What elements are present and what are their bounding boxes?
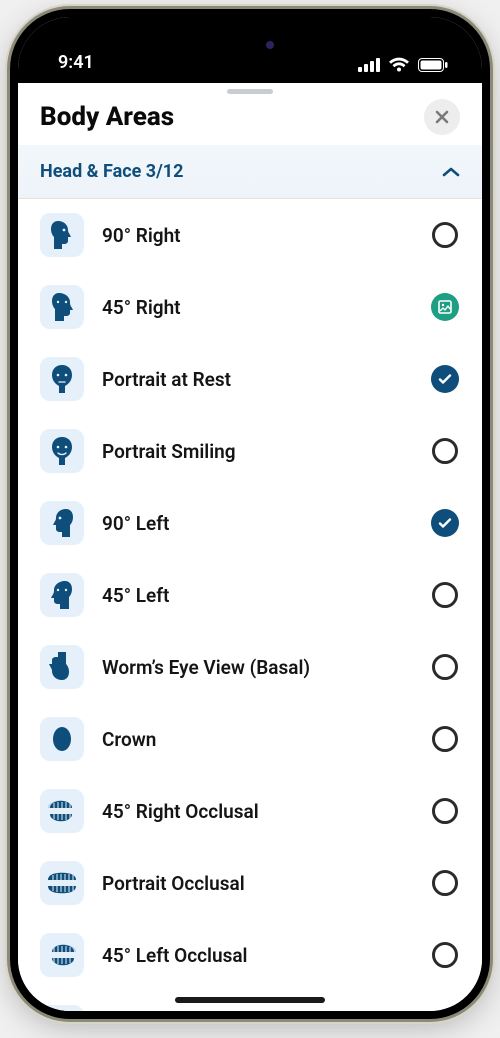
- list-item-label: 45° Left: [102, 584, 412, 607]
- list-item[interactable]: 45° Left Occlusal: [18, 919, 482, 991]
- head-left-45-thumb: [40, 573, 84, 617]
- battery-icon: [418, 58, 448, 72]
- teeth-45r-thumb: [40, 789, 84, 833]
- section-header-head-face[interactable]: Head & Face 3/12: [18, 145, 482, 198]
- status-checked-icon: [431, 365, 459, 393]
- list-item-status[interactable]: [430, 868, 460, 898]
- sheet-header: Body Areas: [18, 99, 482, 145]
- list-item-label: Worm’s Eye View (Basal): [102, 656, 412, 679]
- list-item-status[interactable]: [430, 652, 460, 682]
- status-empty-icon: [432, 222, 458, 248]
- list-item-label: Portrait Smiling: [102, 440, 412, 463]
- teeth-45l-thumb: [40, 933, 84, 977]
- home-indicator[interactable]: [175, 997, 325, 1003]
- list-item[interactable]: 90° Left: [18, 487, 482, 559]
- status-image-icon: [431, 293, 459, 321]
- list-item-status[interactable]: [430, 724, 460, 754]
- status-time: 9:41: [58, 52, 94, 73]
- page-title: Body Areas: [40, 102, 174, 132]
- list-item[interactable]: 45° Right Occlusal: [18, 775, 482, 847]
- list-item-status[interactable]: [430, 940, 460, 970]
- teeth-portrait-thumb: [40, 861, 84, 905]
- close-icon: [434, 109, 450, 125]
- list-item-label: 90° Left: [102, 512, 412, 535]
- head-right-90-thumb: [40, 213, 84, 257]
- list-item[interactable]: 45° Right: [18, 271, 482, 343]
- list-item-status[interactable]: [430, 796, 460, 826]
- chevron-up-icon: [442, 166, 460, 178]
- dynamic-island: [180, 25, 320, 65]
- list-item[interactable]: Crown: [18, 703, 482, 775]
- list-item[interactable]: Worm’s Eye View (Basal): [18, 631, 482, 703]
- list-item[interactable]: 45° Left: [18, 559, 482, 631]
- head-crown-thumb: [40, 717, 84, 761]
- cellular-icon: [358, 58, 380, 72]
- status-empty-icon: [432, 654, 458, 680]
- head-smile-thumb: [40, 429, 84, 473]
- close-button[interactable]: [424, 99, 460, 135]
- section-header-label: Head & Face 3/12: [40, 161, 183, 182]
- screen: 9:41 Body Areas Head & Face 3/12 90° Rig…: [18, 17, 482, 1011]
- list-item-status[interactable]: [430, 436, 460, 466]
- head-portrait-thumb: [40, 357, 84, 401]
- head-basal-thumb: [40, 645, 84, 689]
- status-empty-icon: [432, 798, 458, 824]
- list-item-status[interactable]: [430, 508, 460, 538]
- list-item-label: 45° Left Occlusal: [102, 944, 412, 967]
- head-right-45-thumb: [40, 285, 84, 329]
- status-empty-icon: [432, 726, 458, 752]
- list-item-status[interactable]: [430, 364, 460, 394]
- list-item[interactable]: Portrait Occlusal: [18, 847, 482, 919]
- status-empty-icon: [432, 438, 458, 464]
- items-list[interactable]: 90° Right 45° Right Portrait at Rest Portra…: [18, 199, 482, 1011]
- status-empty-icon: [432, 582, 458, 608]
- list-item-label: Portrait Occlusal: [102, 872, 412, 895]
- list-item[interactable]: Portrait at Rest: [18, 343, 482, 415]
- sheet-grab-handle[interactable]: [18, 83, 482, 99]
- list-item-label: 45° Right Occlusal: [102, 800, 412, 823]
- status-indicators: [358, 57, 448, 73]
- status-checked-icon: [431, 509, 459, 537]
- list-item-status[interactable]: [430, 220, 460, 250]
- phone-frame: 9:41 Body Areas Head & Face 3/12 90° Rig…: [10, 9, 490, 1019]
- head-undef-thumb: [40, 1005, 84, 1011]
- list-item-label: Crown: [102, 728, 412, 751]
- list-item-label: Portrait at Rest: [102, 368, 412, 391]
- list-item-label: 45° Right: [102, 296, 412, 319]
- status-empty-icon: [432, 942, 458, 968]
- status-empty-icon: [432, 870, 458, 896]
- head-left-90-thumb: [40, 501, 84, 545]
- list-item[interactable]: Portrait Smiling: [18, 415, 482, 487]
- list-item-status[interactable]: [430, 580, 460, 610]
- list-item-status[interactable]: [430, 292, 460, 322]
- list-item-label: 90° Right: [102, 224, 412, 247]
- wifi-icon: [388, 57, 410, 73]
- list-item[interactable]: 90° Right: [18, 199, 482, 271]
